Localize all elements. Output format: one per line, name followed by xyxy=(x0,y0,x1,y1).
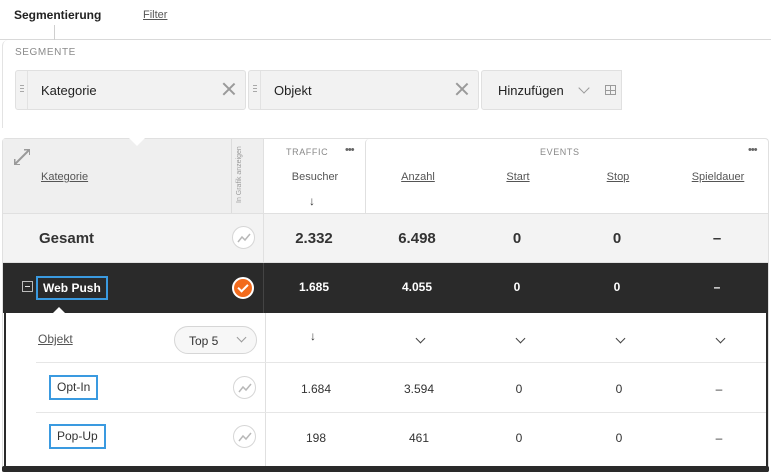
top-n-select[interactable]: Top 5 xyxy=(174,326,257,354)
remove-icon[interactable] xyxy=(454,81,470,97)
add-segment-label: Hinzufügen xyxy=(498,83,564,98)
row-label-opt-in[interactable]: Opt-In xyxy=(49,375,99,400)
total-spieldauer: – xyxy=(712,230,722,247)
cell-anzahl: 3.594 xyxy=(403,382,435,396)
chevron-down-icon xyxy=(236,332,247,343)
chevron-down-icon xyxy=(578,82,590,94)
segment-chip-kategorie[interactable]: Kategorie xyxy=(15,70,246,110)
traffic-group-label: TRAFFIC xyxy=(286,147,329,157)
chevron-down-icon[interactable] xyxy=(515,333,526,344)
group-row-web-push[interactable]: Web Push 1.685 4.055 0 0 – xyxy=(3,263,768,313)
grid-icon xyxy=(605,85,616,95)
sub-segment-header-row: Objekt Top 5 ↓ xyxy=(6,313,766,363)
drag-handle-icon[interactable] xyxy=(249,71,261,109)
segment-tabs: Segmentierung Filter xyxy=(0,0,771,40)
trend-icon xyxy=(238,432,252,442)
drag-handle-icon[interactable] xyxy=(16,71,28,109)
more-icon[interactable]: ••• xyxy=(748,144,758,156)
table-row[interactable]: Opt-In 1.684 3.594 0 0 – xyxy=(6,363,766,413)
header-divider xyxy=(231,139,232,213)
trend-chart-button[interactable] xyxy=(233,376,256,399)
column-stop[interactable]: Stop xyxy=(572,171,664,183)
trend-icon xyxy=(237,233,251,243)
category-column-link[interactable]: Kategorie xyxy=(41,171,88,183)
traffic-header: TRAFFIC ••• Besucher ↓ xyxy=(263,139,365,213)
category-header: Kategorie In Grafik anzeigen xyxy=(3,139,263,213)
group-spieldauer: – xyxy=(713,280,721,294)
events-group-label: EVENTS xyxy=(540,147,580,157)
group-start: 0 xyxy=(513,280,521,294)
segment-chip-label: Kategorie xyxy=(41,83,97,98)
cell-start: 0 xyxy=(515,431,523,445)
add-segment-dropdown[interactable]: Hinzufügen xyxy=(481,70,601,110)
group-stop: 0 xyxy=(613,280,621,294)
chevron-down-icon[interactable] xyxy=(415,333,426,344)
remove-icon[interactable] xyxy=(221,81,237,97)
tab-segmentierung[interactable]: Segmentierung xyxy=(14,8,101,40)
cell-spieldauer: – xyxy=(715,382,723,396)
trend-chart-button[interactable] xyxy=(233,425,256,448)
total-row: Gesamt 2.332 6.498 0 0 – xyxy=(3,213,768,263)
in-grafik-label: In Grafik anzeigen xyxy=(236,146,243,203)
segments-title: SEGMENTE xyxy=(15,47,76,58)
layout-grid-button[interactable] xyxy=(600,70,622,110)
segment-chip-objekt[interactable]: Objekt xyxy=(248,70,479,110)
sort-down-icon[interactable]: ↓ xyxy=(310,329,316,343)
column-spieldauer[interactable]: Spieldauer xyxy=(672,171,764,183)
cell-stop: 0 xyxy=(615,431,623,445)
cell-start: 0 xyxy=(515,382,523,396)
total-anzahl: 6.498 xyxy=(398,230,436,247)
more-icon[interactable]: ••• xyxy=(345,144,355,156)
collapse-icon[interactable] xyxy=(22,281,33,292)
segment-chip-label: Objekt xyxy=(274,83,312,98)
total-stop: 0 xyxy=(612,230,622,247)
trend-icon xyxy=(238,383,252,393)
column-start[interactable]: Start xyxy=(472,171,564,183)
row-label-pop-up[interactable]: Pop-Up xyxy=(49,424,106,449)
sub-segment-block: Objekt Top 5 ↓ Opt-In 1.684 3.594 0 0 – xyxy=(4,313,768,472)
header-notch xyxy=(129,138,145,146)
total-besucher: 2.332 xyxy=(295,230,333,247)
sub-segment-link[interactable]: Objekt xyxy=(38,332,73,346)
cell-spieldauer: – xyxy=(715,431,723,445)
group-row-label[interactable]: Web Push xyxy=(36,276,108,300)
tab-filter[interactable]: Filter xyxy=(143,9,167,21)
column-anzahl[interactable]: Anzahl xyxy=(372,171,464,183)
events-header: EVENTS ••• Anzahl Start Stop Spieldauer xyxy=(365,139,768,213)
cell-besucher: 198 xyxy=(305,431,327,445)
next-row-edge xyxy=(2,466,769,472)
sort-down-icon[interactable]: ↓ xyxy=(309,194,315,208)
group-anzahl: 4.055 xyxy=(401,280,433,294)
total-row-label: Gesamt xyxy=(39,230,95,247)
cell-besucher: 1.684 xyxy=(300,382,332,396)
chevron-down-icon[interactable] xyxy=(715,333,726,344)
table-row[interactable]: Pop-Up 198 461 0 0 – xyxy=(6,413,766,463)
segments-panel: SEGMENTE Kategorie Objekt Hinzufügen xyxy=(2,40,771,128)
group-besucher: 1.685 xyxy=(298,280,330,294)
total-start: 0 xyxy=(512,230,522,247)
cell-stop: 0 xyxy=(615,382,623,396)
column-besucher: Besucher xyxy=(291,171,339,183)
top-n-value: Top 5 xyxy=(189,334,219,348)
data-table: Kategorie In Grafik anzeigen TRAFFIC •••… xyxy=(2,138,769,472)
trend-chart-button[interactable] xyxy=(232,226,255,249)
chevron-down-icon[interactable] xyxy=(615,333,626,344)
cell-anzahl: 461 xyxy=(408,431,430,445)
check-icon[interactable] xyxy=(232,277,254,299)
expand-icon[interactable] xyxy=(14,149,30,165)
